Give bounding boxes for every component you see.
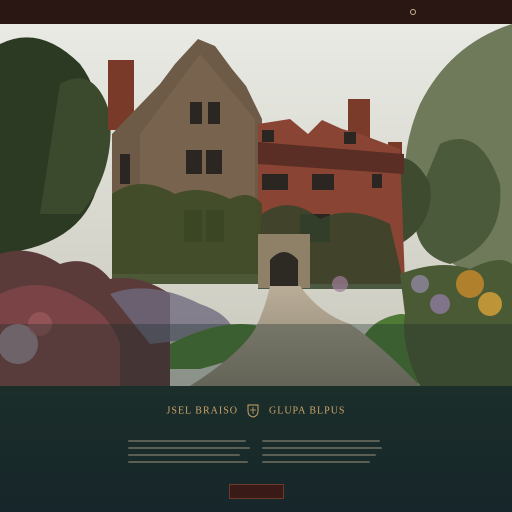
hero-image [0, 24, 512, 386]
cta-button[interactable] [229, 484, 284, 499]
intro-text-right [262, 440, 386, 468]
manor-illustration [0, 24, 512, 386]
wordmark-right: GLUPA BLPUS [268, 405, 346, 417]
intro-text-left [128, 440, 252, 468]
hero-script-title [208, 54, 298, 74]
wordmark-left: JSEL BRAISO [166, 405, 238, 417]
nav-link-4[interactable] [243, 9, 263, 15]
account-icon[interactable] [410, 9, 416, 15]
intro-section: JSEL BRAISO GLUPA BLPUS [0, 386, 512, 512]
brand-wordmark: JSEL BRAISO GLUPA BLPUS [0, 404, 512, 418]
top-nav [0, 0, 512, 25]
nav-link-3[interactable] [214, 9, 234, 15]
nav-link-5[interactable] [290, 9, 330, 15]
crest-icon [247, 404, 259, 418]
nav-link-2[interactable] [128, 9, 152, 15]
nav-link-1[interactable] [93, 9, 119, 15]
